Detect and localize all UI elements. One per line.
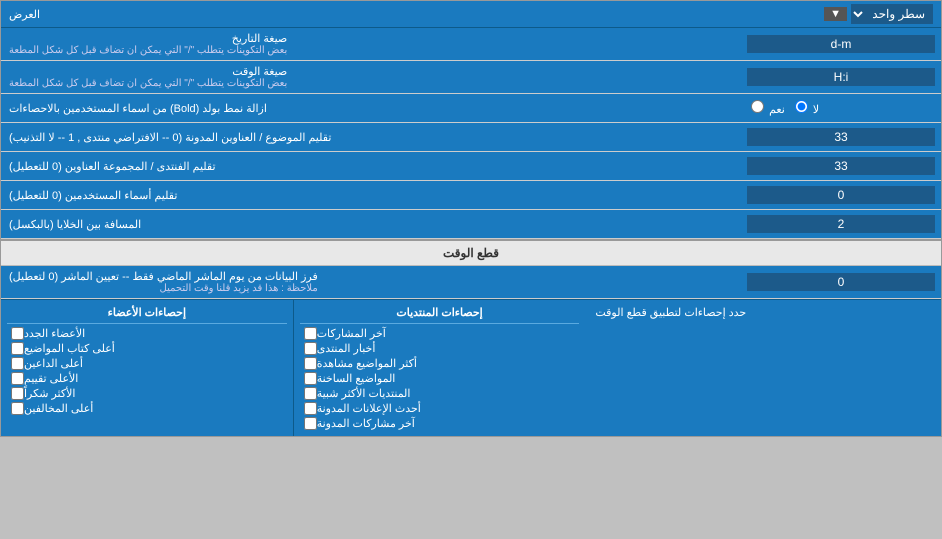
stat-member-checkbox-4[interactable] <box>11 372 24 385</box>
time-format-input[interactable] <box>747 68 935 86</box>
bold-no-radio[interactable] <box>795 100 808 113</box>
cell-spacing-row: المسافة بين الخلايا (بالبكسل) <box>1 210 941 239</box>
stat-checkbox-1[interactable] <box>304 327 317 340</box>
bold-remove-radio-container: لا نعم <box>741 94 941 122</box>
stat-item-2: أخبار المنتدى <box>300 342 580 355</box>
time-format-input-container <box>741 61 941 93</box>
time-cut-header: قطع الوقت <box>1 239 941 266</box>
cell-spacing-label: المسافة بين الخلايا (بالبكسل) <box>1 210 741 238</box>
user-trim-input[interactable] <box>747 186 935 204</box>
time-cut-input[interactable] <box>747 273 935 291</box>
mode-select-arrow[interactable]: ▼ <box>824 7 847 21</box>
stat-checkbox-7[interactable] <box>304 417 317 430</box>
bold-yes-label: نعم <box>749 100 785 116</box>
time-format-row: صيغة الوقت بعض التكوينات يتطلب "/" التي … <box>1 61 941 94</box>
bold-remove-row: ازالة نمط بولد (Bold) من اسماء المستخدمي… <box>1 94 941 123</box>
stats-container: حدد إحصاءات لتطبيق قطع الوقت إحصاءات الم… <box>1 299 941 436</box>
stats-col-forums-header: إحصاءات المنتديات <box>300 304 580 324</box>
stat-checkbox-2[interactable] <box>304 342 317 355</box>
user-trim-label: تقليم أسماء المستخدمين (0 للتعطيل) <box>1 181 741 209</box>
user-trim-row: تقليم أسماء المستخدمين (0 للتعطيل) <box>1 181 941 210</box>
stat-item-4: المواضيع الساخنة <box>300 372 580 385</box>
stat-member-2: أعلى كتاب المواضيع <box>7 342 287 355</box>
stats-col-members-header: إحصاءات الأعضاء <box>7 304 287 324</box>
cell-spacing-input[interactable] <box>747 215 935 233</box>
stat-checkbox-6[interactable] <box>304 402 317 415</box>
stat-member-5: الأكثر شكراً <box>7 387 287 400</box>
stat-member-3: أعلى الداعين <box>7 357 287 370</box>
forum-group-order-input-container <box>741 152 941 180</box>
bold-no-label: لا <box>793 100 819 116</box>
stat-member-checkbox-2[interactable] <box>11 342 24 355</box>
time-cut-input-container <box>741 266 941 298</box>
mode-select[interactable]: سطر واحدسطرينثلاثة أسطر <box>851 4 933 24</box>
date-format-label: صيغة التاريخ بعض التكوينات يتطلب "/" الت… <box>1 28 741 60</box>
main-container: العرض سطر واحدسطرينثلاثة أسطر ▼ صيغة الت… <box>0 0 942 437</box>
stat-member-1: الأعضاء الجدد <box>7 327 287 340</box>
stat-member-6: أعلى المخالفين <box>7 402 287 415</box>
stat-item-5: المنتديات الأكثر شبية <box>300 387 580 400</box>
date-format-input[interactable] <box>747 35 935 53</box>
stat-member-4: الأعلى تقييم <box>7 372 287 385</box>
forum-order-input[interactable] <box>747 128 935 146</box>
date-format-row: صيغة التاريخ بعض التكوينات يتطلب "/" الت… <box>1 28 941 61</box>
stat-member-checkbox-6[interactable] <box>11 402 24 415</box>
forum-group-order-label: تقليم الفنتدى / المجموعة العناوين (0 للت… <box>1 152 741 180</box>
stat-checkbox-5[interactable] <box>304 387 317 400</box>
stat-member-checkbox-1[interactable] <box>11 327 24 340</box>
stat-member-checkbox-3[interactable] <box>11 357 24 370</box>
stat-item-7: آخر مشاركات المدونة <box>300 417 580 430</box>
bold-yes-radio[interactable] <box>751 100 764 113</box>
stat-checkbox-3[interactable] <box>304 357 317 370</box>
forum-group-order-row: تقليم الفنتدى / المجموعة العناوين (0 للت… <box>1 152 941 181</box>
forum-order-row: تقليم الموضوع / العناوين المدونة (0 -- ا… <box>1 123 941 152</box>
stats-col-members: إحصاءات الأعضاء الأعضاء الجدد أعلى كتاب … <box>1 300 293 436</box>
stat-checkbox-4[interactable] <box>304 372 317 385</box>
stat-item-3: أكثر المواضيع مشاهدة <box>300 357 580 370</box>
time-cut-label: فرز البيانات من يوم الماشر الماضي فقط --… <box>1 266 741 298</box>
stat-item-6: أحدث الإعلانات المدونة <box>300 402 580 415</box>
forum-group-order-input[interactable] <box>747 157 935 175</box>
stats-col-forums: إحصاءات المنتديات آخر المشاركات أخبار ال… <box>293 300 586 436</box>
date-format-input-container <box>741 28 941 60</box>
cell-spacing-input-container <box>741 210 941 238</box>
stats-limit-label-col: حدد إحصاءات لتطبيق قطع الوقت <box>585 300 941 436</box>
bold-remove-label: ازالة نمط بولد (Bold) من اسماء المستخدمي… <box>1 94 741 122</box>
stat-item-1: آخر المشاركات <box>300 327 580 340</box>
forum-order-label: تقليم الموضوع / العناوين المدونة (0 -- ا… <box>1 123 741 151</box>
header-input: سطر واحدسطرينثلاثة أسطر ▼ <box>824 4 933 24</box>
time-cut-row: فرز البيانات من يوم الماشر الماضي فقط --… <box>1 266 941 299</box>
forum-order-input-container <box>741 123 941 151</box>
header-row: العرض سطر واحدسطرينثلاثة أسطر ▼ <box>1 1 941 28</box>
time-format-label: صيغة الوقت بعض التكوينات يتطلب "/" التي … <box>1 61 741 93</box>
stat-member-checkbox-5[interactable] <box>11 387 24 400</box>
user-trim-input-container <box>741 181 941 209</box>
header-label: العرض <box>9 8 40 21</box>
